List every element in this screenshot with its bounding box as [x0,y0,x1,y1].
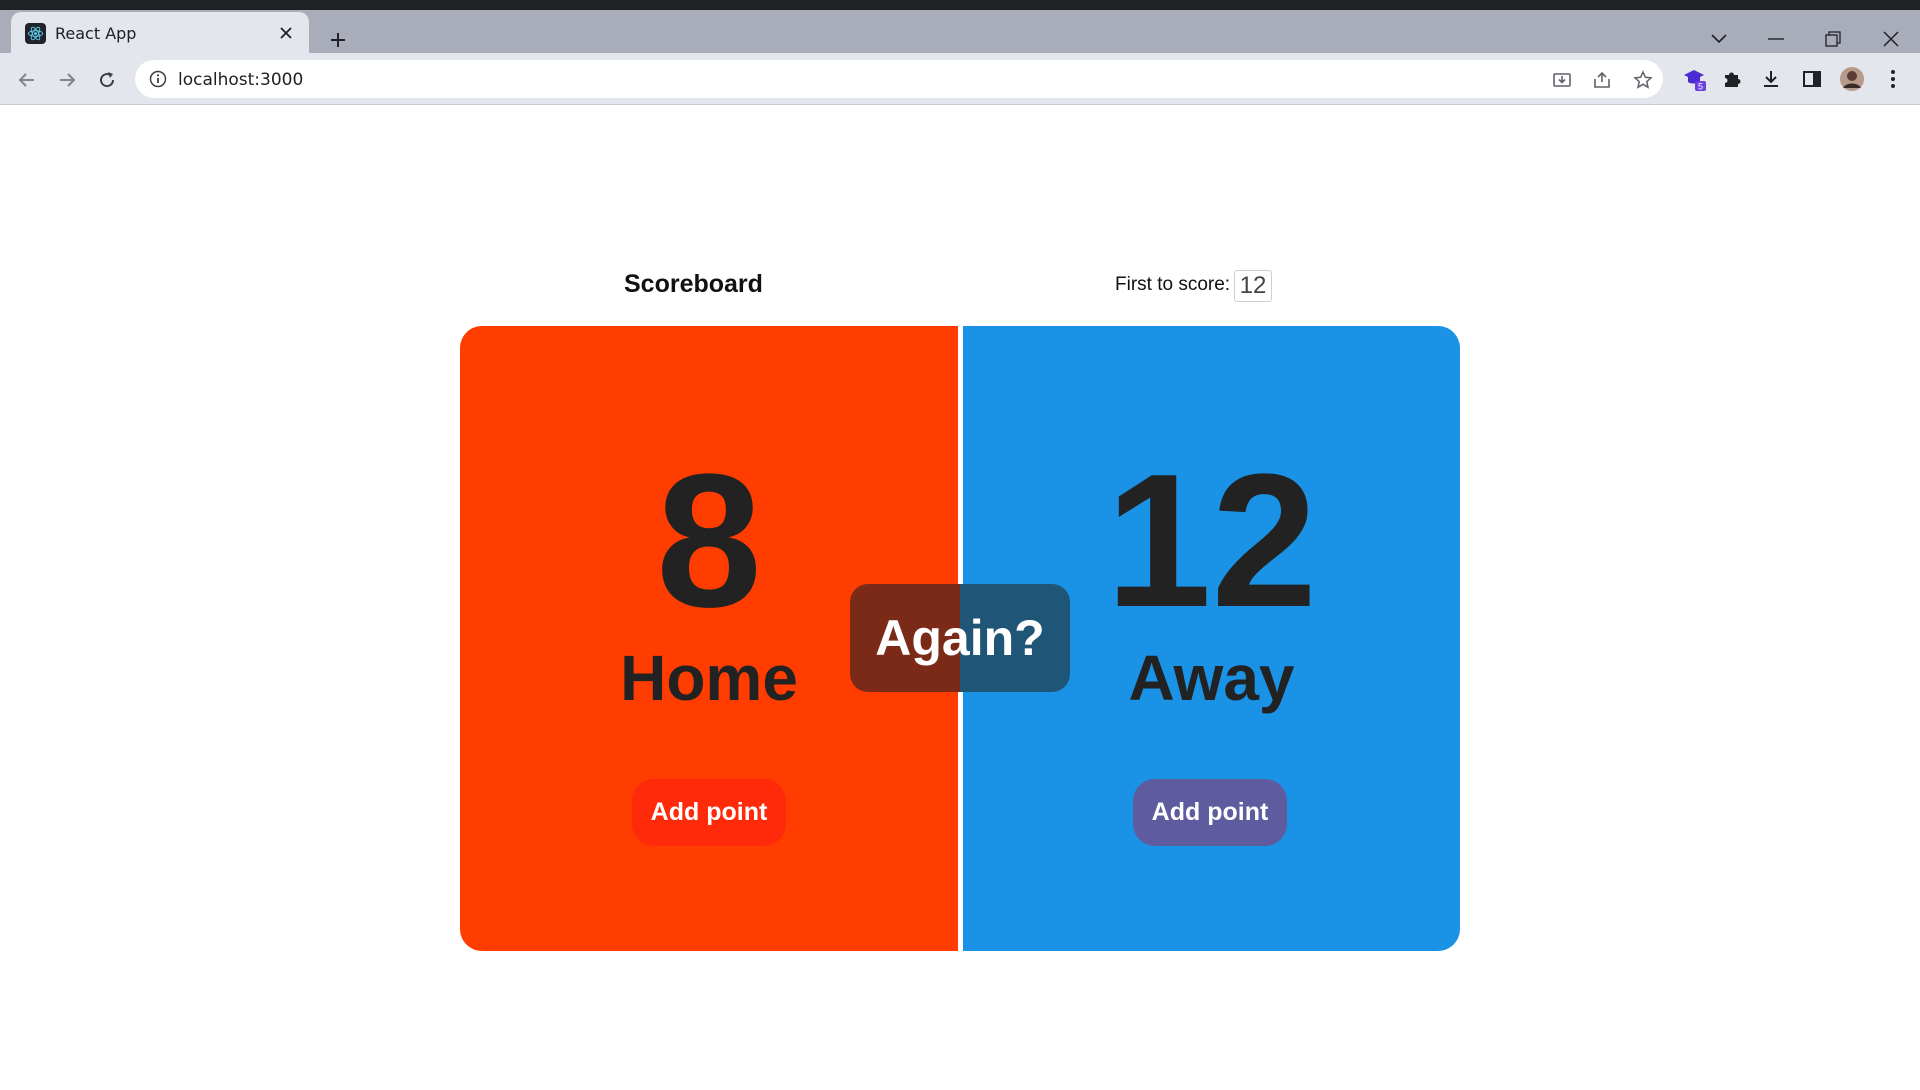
react-logo-icon [25,23,46,44]
reload-icon[interactable] [92,65,122,95]
minimize-icon[interactable] [1761,24,1791,54]
plus-icon [331,33,345,47]
puzzle-icon[interactable] [1719,66,1745,92]
tab-react-app[interactable]: React App [11,12,309,53]
play-again-button[interactable]: Again? [850,584,1070,692]
browser-toolbar: localhost:3000 5 [0,53,1920,105]
profile-avatar[interactable] [1839,66,1865,92]
extension-graduation-cap-icon[interactable]: 5 [1682,66,1708,92]
tab-title: React App [55,24,137,43]
bookmark-star-icon[interactable] [1632,69,1654,91]
more-menu-icon[interactable] [1880,66,1906,92]
target-score-input[interactable]: 12 [1234,270,1272,302]
arrow-left-icon[interactable] [12,65,42,95]
window-top-border [0,0,1920,10]
tab-bar: React App [0,10,1920,53]
restore-icon[interactable] [1818,24,1848,54]
share-icon[interactable] [1591,69,1613,91]
page-content: Scoreboard First to score: 12 8 Home Add… [0,106,1920,1090]
download-icon[interactable] [1758,66,1784,92]
url-text: localhost:3000 [178,70,304,90]
info-icon[interactable] [149,70,167,88]
install-app-icon[interactable] [1551,69,1573,91]
arrow-right-icon[interactable] [52,65,82,95]
page-title: Scoreboard [624,270,763,298]
target-score-label: First to score: [1115,274,1231,295]
extension-badge: 5 [1698,82,1703,92]
play-again-label: Again? [875,610,1045,666]
away-add-point-button[interactable]: Add point [1133,779,1287,846]
home-add-point-button[interactable]: Add point [632,779,786,846]
side-panel-icon[interactable] [1799,66,1825,92]
new-tab-button[interactable] [325,27,351,53]
tab-search-chevron-icon[interactable] [1704,24,1734,54]
close-icon[interactable] [275,22,297,44]
window-close-icon[interactable] [1876,24,1906,54]
address-bar[interactable]: localhost:3000 [135,60,1663,98]
